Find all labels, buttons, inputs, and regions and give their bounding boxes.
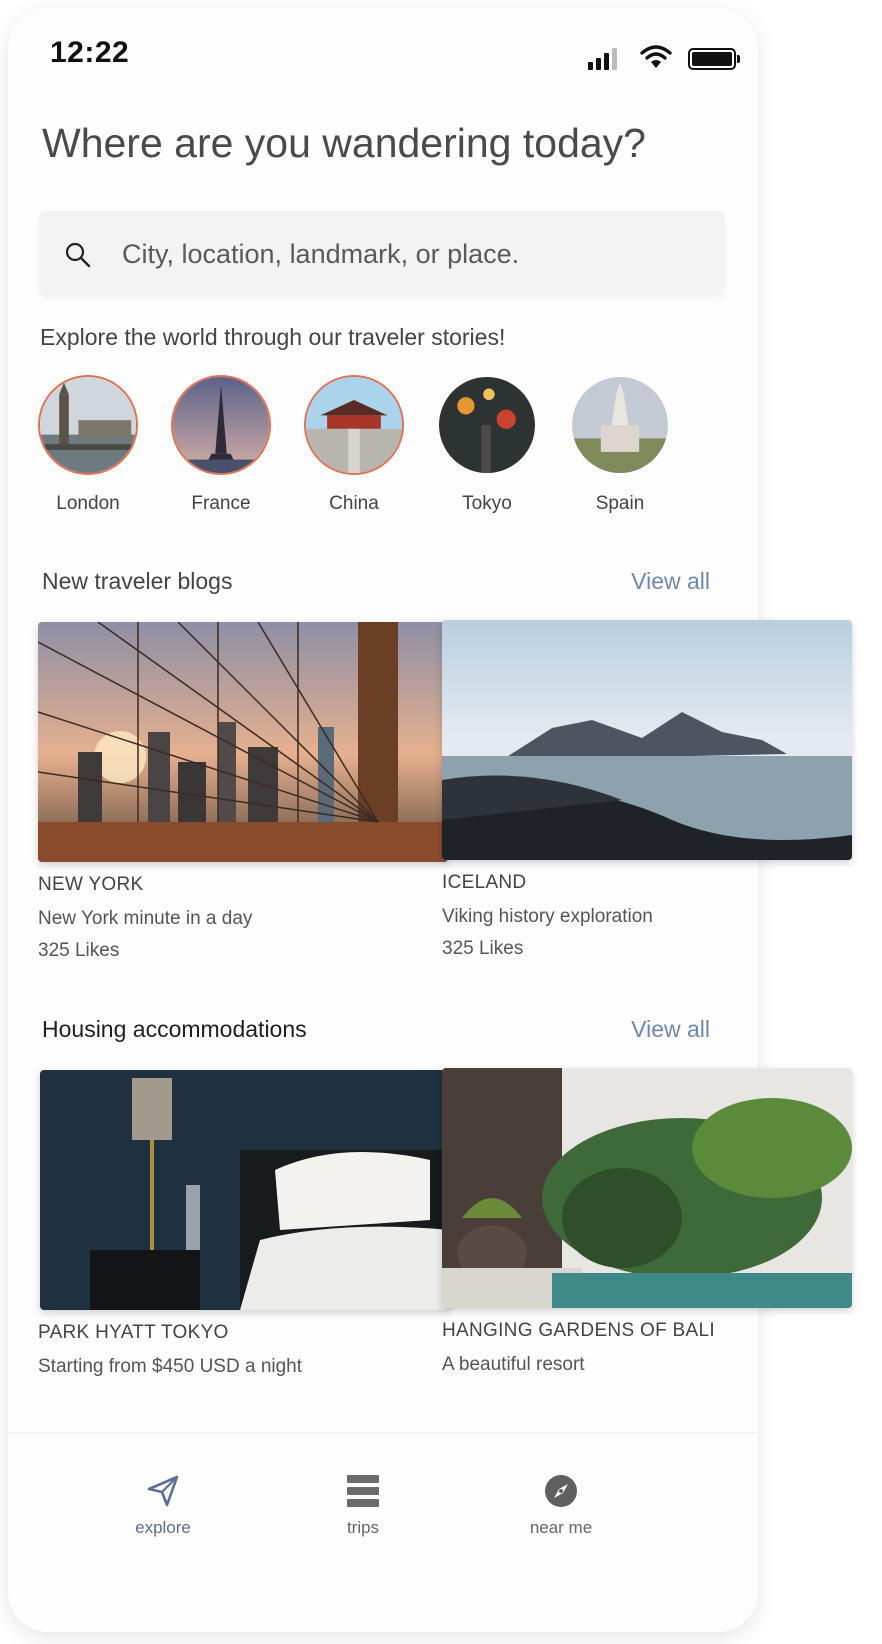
story-avatar[interactable] — [38, 375, 138, 475]
blogs-section-title: New traveler blogs — [42, 568, 233, 594]
story-label: China — [329, 493, 379, 514]
tab-near-me[interactable]: near me — [491, 1471, 631, 1538]
story-list: London France China Tokyo Spain — [38, 375, 758, 525]
story-avatar[interactable] — [437, 375, 537, 475]
blog-card-likes: 325 Likes — [38, 940, 120, 961]
blog-card-subtitle: Viking history exploration — [442, 906, 653, 927]
story-spain[interactable]: Spain — [550, 375, 690, 515]
tab-label: explore — [135, 1518, 191, 1537]
battery-icon — [688, 48, 740, 70]
blog-card-image[interactable] — [442, 620, 852, 860]
wifi-icon — [640, 45, 672, 68]
housing-card-subtitle: A beautiful resort — [442, 1354, 585, 1375]
housing-card-subtitle: Starting from $450 USD a night — [38, 1356, 303, 1377]
story-label: Spain — [595, 493, 645, 514]
stories-title: Explore the world through our traveler s… — [40, 324, 506, 350]
london-thumbnail — [40, 377, 136, 473]
list-icon — [347, 1475, 379, 1507]
housing-card-category: PARK HYATT TOKYO — [38, 1322, 229, 1343]
blog-card-new-york[interactable]: NEW YORK New York minute in a day 325 Li… — [38, 622, 448, 962]
housing-card-category: HANGING GARDENS OF BALI — [442, 1320, 715, 1341]
housing-card-image[interactable] — [442, 1068, 852, 1308]
compass-icon — [545, 1475, 577, 1507]
blog-card-likes: 325 Likes — [442, 938, 524, 959]
blog-card-category: ICELAND — [442, 872, 527, 893]
housing-card-image[interactable] — [40, 1070, 450, 1310]
story-tokyo[interactable]: Tokyo — [417, 375, 557, 515]
phone-frame: 12:22 Where are you wandering today? Exp… — [8, 8, 852, 1632]
bottom-tab-bar: explore trips near me — [8, 1432, 758, 1633]
search-icon — [65, 242, 91, 268]
hotel-room-image — [40, 1070, 450, 1310]
story-china[interactable]: China — [284, 375, 424, 515]
tab-label: trips — [346, 1518, 380, 1537]
resort-garden-image — [442, 1068, 852, 1308]
spain-thumbnail — [572, 377, 668, 473]
story-label: France — [191, 493, 251, 514]
france-thumbnail — [173, 377, 269, 473]
tab-explore[interactable]: explore — [93, 1471, 233, 1538]
story-avatar[interactable] — [570, 375, 670, 475]
story-label: London — [56, 493, 120, 514]
story-label: Tokyo — [462, 493, 512, 514]
blog-card-iceland[interactable]: ICELAND Viking history exploration 325 L… — [442, 620, 852, 960]
housing-card-park-hyatt[interactable]: PARK HYATT TOKYO Starting from $450 USD … — [38, 1070, 450, 1378]
story-france[interactable]: France — [151, 375, 291, 515]
paper-plane-icon — [147, 1475, 179, 1507]
search-input[interactable] — [120, 229, 704, 279]
blog-card-image[interactable] — [38, 622, 448, 862]
tab-label: near me — [529, 1518, 593, 1537]
status-time: 12:22 — [50, 36, 130, 69]
page-title: Where are you wandering today? — [42, 120, 646, 166]
story-avatar[interactable] — [171, 375, 271, 475]
search-bar[interactable] — [40, 211, 724, 295]
story-avatar[interactable] — [304, 375, 404, 475]
blog-card-subtitle: New York minute in a day — [38, 908, 253, 929]
story-london[interactable]: London — [18, 375, 158, 515]
housing-section-title: Housing accommodations — [42, 1016, 307, 1042]
housing-card-bali[interactable]: HANGING GARDENS OF BALI A beautiful reso… — [442, 1068, 852, 1376]
tab-trips[interactable]: trips — [293, 1471, 433, 1538]
new-york-image — [38, 622, 448, 862]
iceland-image — [442, 620, 852, 860]
blogs-view-all-link[interactable]: View all — [631, 568, 710, 595]
china-thumbnail — [306, 377, 402, 473]
blog-card-category: NEW YORK — [38, 874, 144, 895]
tokyo-thumbnail — [439, 377, 535, 473]
housing-view-all-link[interactable]: View all — [631, 1016, 710, 1043]
